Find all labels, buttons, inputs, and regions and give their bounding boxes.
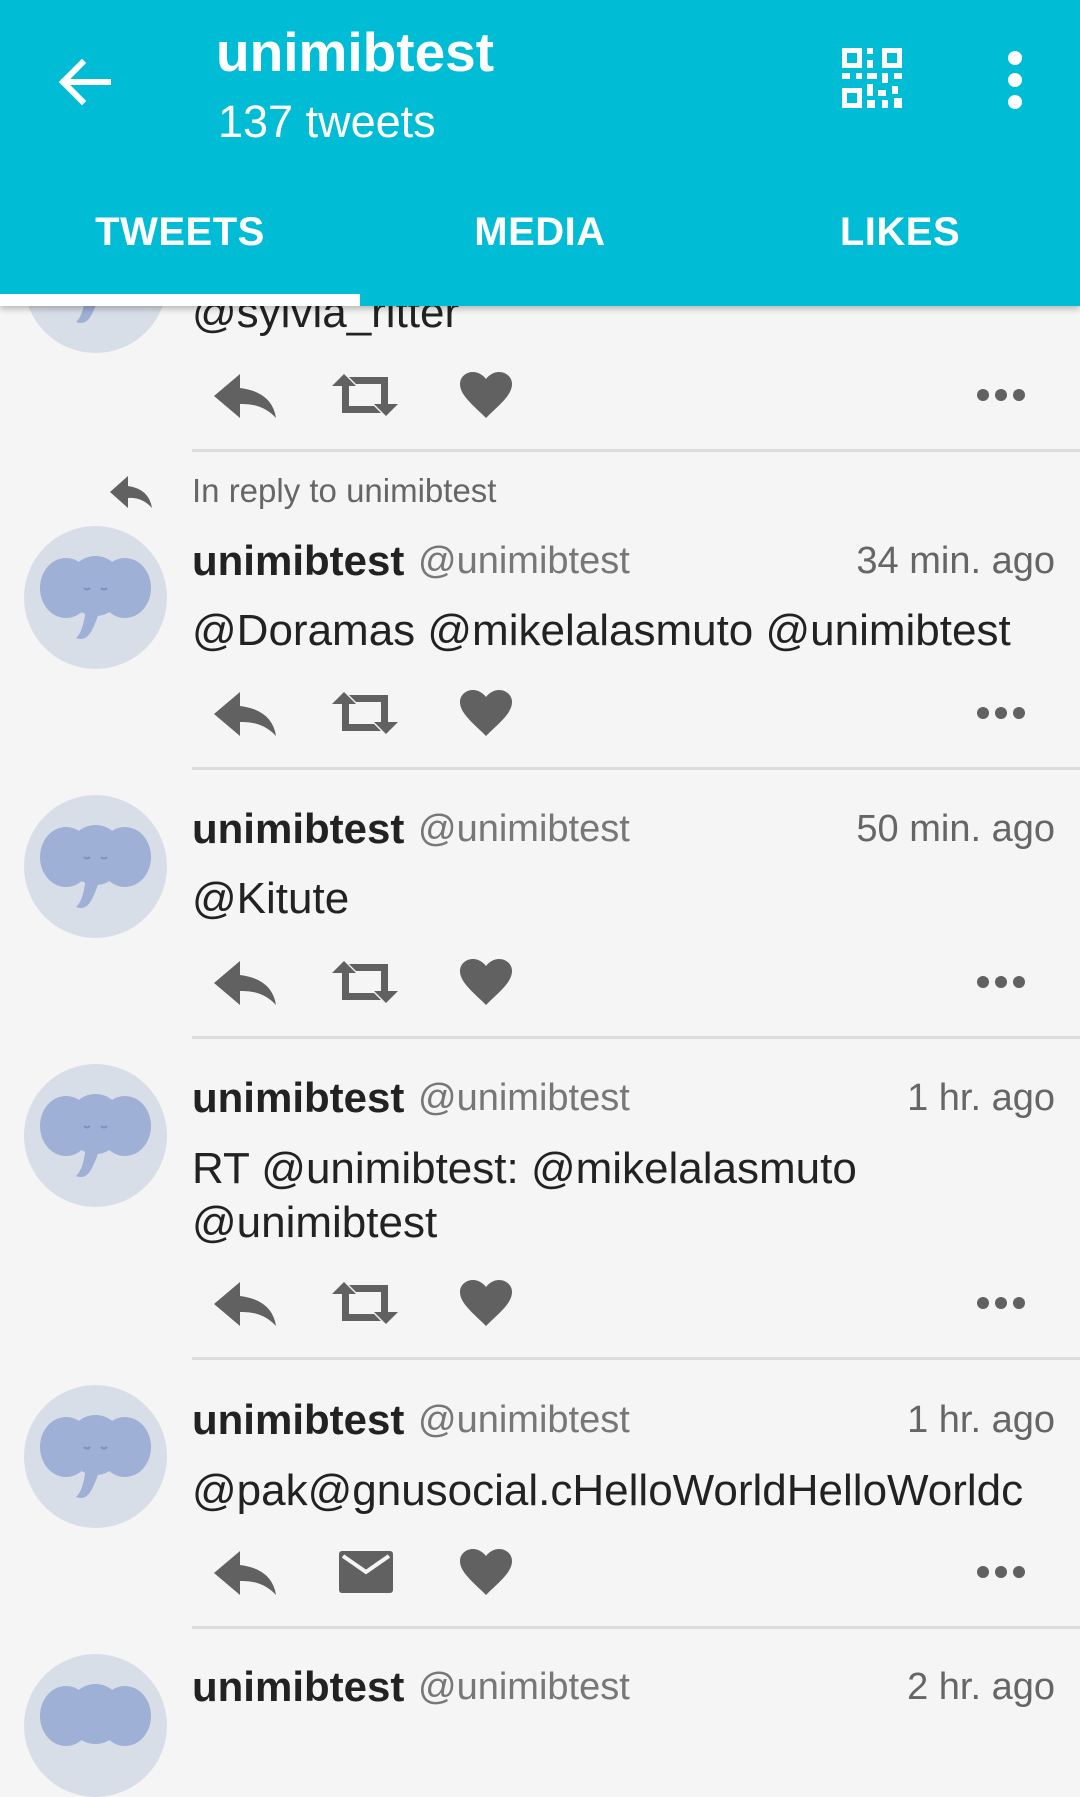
retweet-icon[interactable] bbox=[330, 690, 400, 736]
qr-code-icon[interactable] bbox=[840, 46, 904, 110]
tweet-text: RT @unimibtest: @mikelalasmuto @unimibte… bbox=[192, 1144, 857, 1247]
more-options-icon[interactable] bbox=[976, 388, 1026, 402]
selected-tab-indicator bbox=[0, 294, 360, 306]
arrow-left-icon[interactable] bbox=[48, 46, 120, 118]
app-bar: unimibtest 137 tweets TWEETS MEDIA LIKES bbox=[0, 0, 1080, 306]
like-icon[interactable] bbox=[458, 1278, 514, 1328]
like-icon[interactable] bbox=[458, 957, 514, 1007]
tweet-text: @pak@gnusocial.cHelloWorldHelloWorldc bbox=[192, 1466, 1024, 1515]
author-name[interactable]: unimibtest bbox=[192, 805, 404, 853]
more-options-icon[interactable] bbox=[976, 1296, 1026, 1310]
more-options-icon[interactable] bbox=[976, 706, 1026, 720]
more-vertical-icon[interactable] bbox=[988, 50, 1042, 110]
direct-message-icon[interactable] bbox=[338, 1550, 394, 1594]
reply-icon[interactable] bbox=[212, 957, 280, 1009]
tab-likes[interactable]: LIKES bbox=[720, 210, 1080, 255]
author-handle: @unimibtest bbox=[418, 1077, 630, 1119]
retweet-icon[interactable] bbox=[330, 959, 400, 1005]
like-icon[interactable] bbox=[458, 1547, 514, 1597]
divider bbox=[192, 1626, 1080, 1629]
retweet-icon[interactable] bbox=[330, 1280, 400, 1326]
tweet-count: 137 tweets bbox=[218, 96, 436, 147]
page-title: unimibtest bbox=[216, 21, 495, 83]
like-icon[interactable] bbox=[458, 688, 514, 738]
avatar[interactable] bbox=[24, 1654, 167, 1797]
reply-indicator-icon bbox=[110, 476, 152, 508]
divider bbox=[192, 449, 1080, 452]
reply-icon[interactable] bbox=[212, 1547, 280, 1599]
reply-hint-text: In reply to unimibtest bbox=[192, 472, 497, 509]
retweet-icon[interactable] bbox=[330, 372, 400, 418]
author-handle: @unimibtest bbox=[418, 540, 630, 582]
more-options-icon[interactable] bbox=[976, 975, 1026, 989]
author-name[interactable]: unimibtest bbox=[192, 1074, 404, 1122]
reply-icon[interactable] bbox=[212, 688, 280, 740]
tab-tweets[interactable]: TWEETS bbox=[0, 210, 360, 255]
reply-icon[interactable] bbox=[212, 1278, 280, 1330]
more-options-icon[interactable] bbox=[976, 1565, 1026, 1579]
author-name[interactable]: unimibtest bbox=[192, 1396, 404, 1444]
tweet-time: 50 min. ago bbox=[856, 808, 1055, 850]
author-handle: @unimibtest bbox=[418, 808, 630, 850]
author-name[interactable]: unimibtest bbox=[192, 537, 404, 585]
author-name[interactable]: unimibtest bbox=[192, 1663, 404, 1711]
divider bbox=[192, 1357, 1080, 1360]
reply-icon[interactable] bbox=[212, 370, 280, 422]
tweet-time: 1 hr. ago bbox=[907, 1077, 1055, 1119]
tweet-time: 34 min. ago bbox=[856, 540, 1055, 582]
tweet-time: 1 hr. ago bbox=[907, 1399, 1055, 1441]
author-handle: @unimibtest bbox=[418, 1399, 630, 1441]
like-icon[interactable] bbox=[458, 370, 514, 420]
avatar[interactable] bbox=[24, 1385, 167, 1528]
avatar[interactable] bbox=[24, 526, 167, 669]
avatar[interactable] bbox=[24, 795, 167, 938]
avatar[interactable] bbox=[24, 1064, 167, 1207]
divider bbox=[192, 767, 1080, 770]
tweet-time: 2 hr. ago bbox=[907, 1666, 1055, 1708]
divider bbox=[192, 1036, 1080, 1039]
author-handle: @unimibtest bbox=[418, 1666, 630, 1708]
tab-media[interactable]: MEDIA bbox=[360, 210, 720, 255]
tweet-text: @Kitute bbox=[192, 874, 350, 923]
tweet-text: @Doramas @mikelalasmuto @unimibtest bbox=[192, 606, 1011, 655]
